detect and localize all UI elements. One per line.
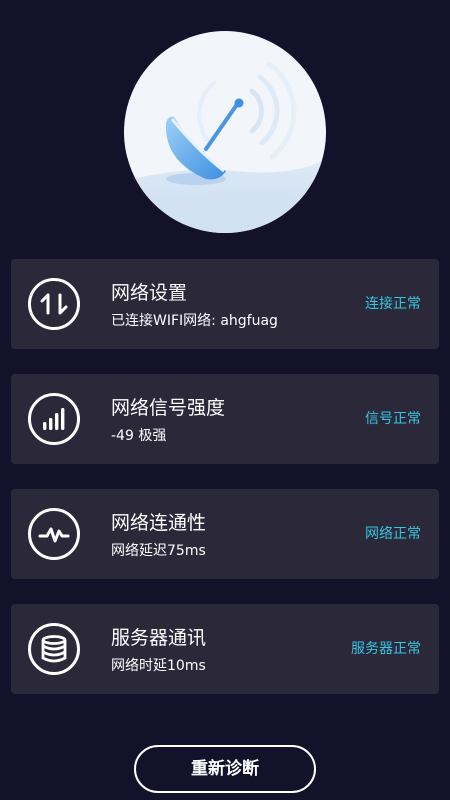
card-subtitle: -49 极强 [111, 428, 167, 444]
card-subtitle: 网络时延10ms [111, 658, 206, 674]
satellite-dish-icon [124, 61, 326, 233]
card-subtitle: 网络延迟75ms [111, 543, 206, 559]
status-label: 网络正常 [365, 526, 421, 542]
pulse-icon [28, 508, 80, 560]
card-connectivity[interactable]: 网络连通性 网络延迟75ms 网络正常 [11, 489, 439, 579]
status-label: 连接正常 [365, 296, 421, 312]
status-label: 信号正常 [365, 411, 421, 427]
card-title: 网络设置 [111, 282, 188, 304]
database-icon [28, 623, 80, 675]
card-server-communication[interactable]: 服务器通讯 网络时延10ms 服务器正常 [11, 604, 439, 694]
signal-bars-icon [28, 393, 80, 445]
rediagnose-button[interactable]: 重新诊断 [134, 745, 316, 793]
card-title: 服务器通讯 [111, 627, 207, 649]
card-network-settings[interactable]: 网络设置 已连接WIFI网络: ahgfuag 连接正常 [11, 259, 439, 349]
diagnosis-list: 网络设置 已连接WIFI网络: ahgfuag 连接正常 网络信号强度 -49 … [11, 259, 439, 719]
card-title: 网络信号强度 [111, 397, 226, 419]
card-title: 网络连通性 [111, 512, 207, 534]
satellite-dish-illustration [124, 31, 326, 233]
card-subtitle: 已连接WIFI网络: ahgfuag [111, 313, 278, 329]
status-label: 服务器正常 [351, 641, 421, 657]
up-down-arrows-icon [28, 278, 80, 330]
diagnosis-screen: 网络设置 已连接WIFI网络: ahgfuag 连接正常 网络信号强度 -49 … [0, 0, 450, 800]
card-signal-strength[interactable]: 网络信号强度 -49 极强 信号正常 [11, 374, 439, 464]
